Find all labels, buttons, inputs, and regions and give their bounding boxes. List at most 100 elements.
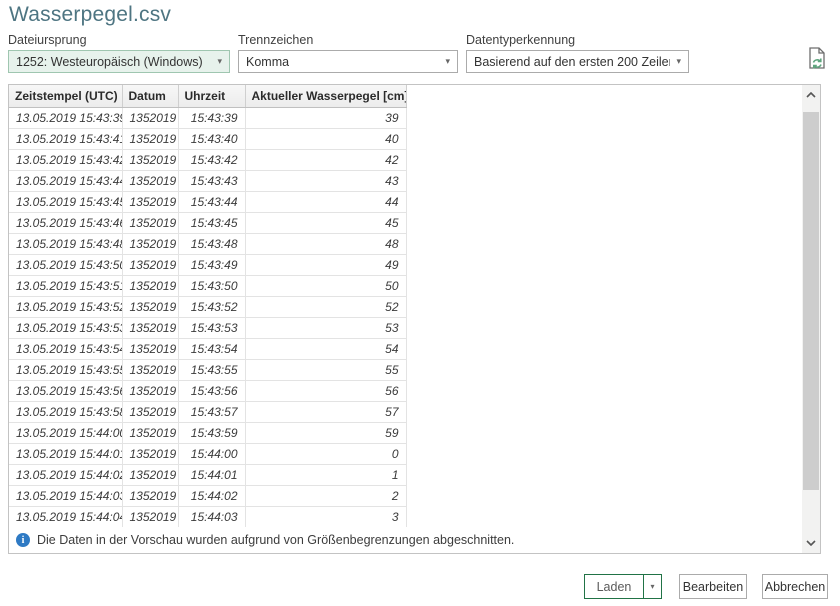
delimiter-value: Komma — [246, 55, 289, 69]
table-cell: 13.05.2019 15:43:46 — [9, 212, 122, 233]
chevron-down-icon: ▾ — [650, 582, 654, 591]
table-cell: 1352019 — [122, 506, 178, 527]
table-cell: 44 — [245, 191, 406, 212]
type-detection-label: Datentyperkennung — [466, 33, 689, 47]
table-row: 13.05.2019 15:43:54135201915:43:5454 — [9, 338, 406, 359]
load-button[interactable]: Laden — [585, 575, 643, 598]
table-cell: 15:43:44 — [178, 191, 245, 212]
cancel-button[interactable]: Abbrechen — [762, 574, 828, 599]
table-cell: 1352019 — [122, 170, 178, 191]
table-cell: 15:44:01 — [178, 464, 245, 485]
table-cell: 42 — [245, 149, 406, 170]
table-body: 13.05.2019 15:43:39135201915:43:393913.0… — [9, 107, 406, 527]
table-cell: 52 — [245, 296, 406, 317]
table-cell: 56 — [245, 380, 406, 401]
type-detection-value: Basierend auf den ersten 200 Zeilen — [474, 55, 670, 69]
truncation-notice-text: Die Daten in der Vorschau wurden aufgrun… — [37, 533, 514, 547]
scroll-down-icon[interactable] — [802, 535, 820, 551]
chevron-down-icon: ▾ — [445, 56, 450, 67]
table-cell: 1352019 — [122, 233, 178, 254]
file-origin-select[interactable]: 1252: Westeuropäisch (Windows) ▾ — [8, 50, 230, 73]
table-row: 13.05.2019 15:43:56135201915:43:5656 — [9, 380, 406, 401]
table-cell: 13.05.2019 15:43:51 — [9, 275, 122, 296]
table-cell: 1352019 — [122, 380, 178, 401]
table-cell: 13.05.2019 15:43:48 — [9, 233, 122, 254]
table-cell: 15:43:57 — [178, 401, 245, 422]
table-cell: 15:43:48 — [178, 233, 245, 254]
chevron-down-icon: ▾ — [676, 56, 681, 67]
table-cell: 13.05.2019 15:43:53 — [9, 317, 122, 338]
column-header: Aktueller Wasserpegel [cm] — [245, 85, 406, 107]
table-cell: 59 — [245, 422, 406, 443]
table-cell: 15:43:52 — [178, 296, 245, 317]
delimiter-label: Trennzeichen — [238, 33, 458, 47]
table-cell: 13.05.2019 15:44:04 — [9, 506, 122, 527]
table-cell: 54 — [245, 338, 406, 359]
table-cell: 1352019 — [122, 191, 178, 212]
table-cell: 1352019 — [122, 359, 178, 380]
table-cell: 15:43:53 — [178, 317, 245, 338]
table-cell: 48 — [245, 233, 406, 254]
table-row: 13.05.2019 15:43:42135201915:43:4242 — [9, 149, 406, 170]
table-cell: 15:43:45 — [178, 212, 245, 233]
table-row: 13.05.2019 15:43:58135201915:43:5757 — [9, 401, 406, 422]
truncation-notice: i Die Daten in der Vorschau wurden aufgr… — [9, 527, 802, 553]
table-cell: 1352019 — [122, 107, 178, 128]
type-detection-field: Datentyperkennung Basierend auf den erst… — [466, 33, 689, 73]
table-cell: 53 — [245, 317, 406, 338]
table-cell: 13.05.2019 15:43:41 — [9, 128, 122, 149]
table-cell: 1352019 — [122, 464, 178, 485]
edit-button[interactable]: Bearbeiten — [679, 574, 747, 599]
scroll-up-icon[interactable] — [802, 87, 820, 103]
table-row: 13.05.2019 15:44:00135201915:43:5959 — [9, 422, 406, 443]
table-cell: 15:43:42 — [178, 149, 245, 170]
table-cell: 55 — [245, 359, 406, 380]
vertical-scrollbar[interactable] — [802, 85, 820, 553]
table-row: 13.05.2019 15:43:41135201915:43:4040 — [9, 128, 406, 149]
load-split-button: Laden ▾ — [584, 574, 662, 599]
table-row: 13.05.2019 15:43:45135201915:43:4444 — [9, 191, 406, 212]
table-cell: 13.05.2019 15:43:50 — [9, 254, 122, 275]
table-cell: 13.05.2019 15:43:58 — [9, 401, 122, 422]
table-cell: 13.05.2019 15:43:45 — [9, 191, 122, 212]
refresh-preview-icon[interactable] — [806, 46, 830, 72]
column-header: Uhrzeit — [178, 85, 245, 107]
table-cell: 15:44:03 — [178, 506, 245, 527]
delimiter-select[interactable]: Komma ▾ — [238, 50, 458, 73]
table-cell: 15:44:00 — [178, 443, 245, 464]
type-detection-select[interactable]: Basierend auf den ersten 200 Zeilen ▾ — [466, 50, 689, 73]
table-cell: 1352019 — [122, 443, 178, 464]
table-cell: 15:43:50 — [178, 275, 245, 296]
table-cell: 15:43:49 — [178, 254, 245, 275]
table-cell: 13.05.2019 15:44:02 — [9, 464, 122, 485]
table-cell: 1 — [245, 464, 406, 485]
csv-import-dialog: Wasserpegel.csv Dateiursprung 1252: West… — [0, 0, 840, 606]
table-row: 13.05.2019 15:44:03135201915:44:022 — [9, 485, 406, 506]
file-origin-label: Dateiursprung — [8, 33, 230, 47]
page-title: Wasserpegel.csv — [9, 3, 171, 27]
table-row: 13.05.2019 15:44:04135201915:44:033 — [9, 506, 406, 527]
table-cell: 57 — [245, 401, 406, 422]
table-row: 13.05.2019 15:44:02135201915:44:011 — [9, 464, 406, 485]
footer-buttons: Laden ▾ Bearbeiten Abbrechen — [584, 574, 828, 599]
table-cell: 1352019 — [122, 485, 178, 506]
load-dropdown-button[interactable]: ▾ — [643, 575, 661, 598]
table-row: 13.05.2019 15:43:44135201915:43:4343 — [9, 170, 406, 191]
table-row: 13.05.2019 15:44:01135201915:44:000 — [9, 443, 406, 464]
table-cell: 15:43:59 — [178, 422, 245, 443]
table-cell: 2 — [245, 485, 406, 506]
table-cell: 15:43:54 — [178, 338, 245, 359]
table-cell: 39 — [245, 107, 406, 128]
table-cell: 15:43:43 — [178, 170, 245, 191]
table-cell: 49 — [245, 254, 406, 275]
table-cell: 15:43:56 — [178, 380, 245, 401]
table-cell: 1352019 — [122, 422, 178, 443]
table-cell: 45 — [245, 212, 406, 233]
table-cell: 13.05.2019 15:44:00 — [9, 422, 122, 443]
table-cell: 15:43:40 — [178, 128, 245, 149]
table-cell: 15:43:55 — [178, 359, 245, 380]
scrollbar-thumb[interactable] — [803, 112, 819, 490]
table-cell: 1352019 — [122, 128, 178, 149]
table-cell: 43 — [245, 170, 406, 191]
table-cell: 13.05.2019 15:43:42 — [9, 149, 122, 170]
